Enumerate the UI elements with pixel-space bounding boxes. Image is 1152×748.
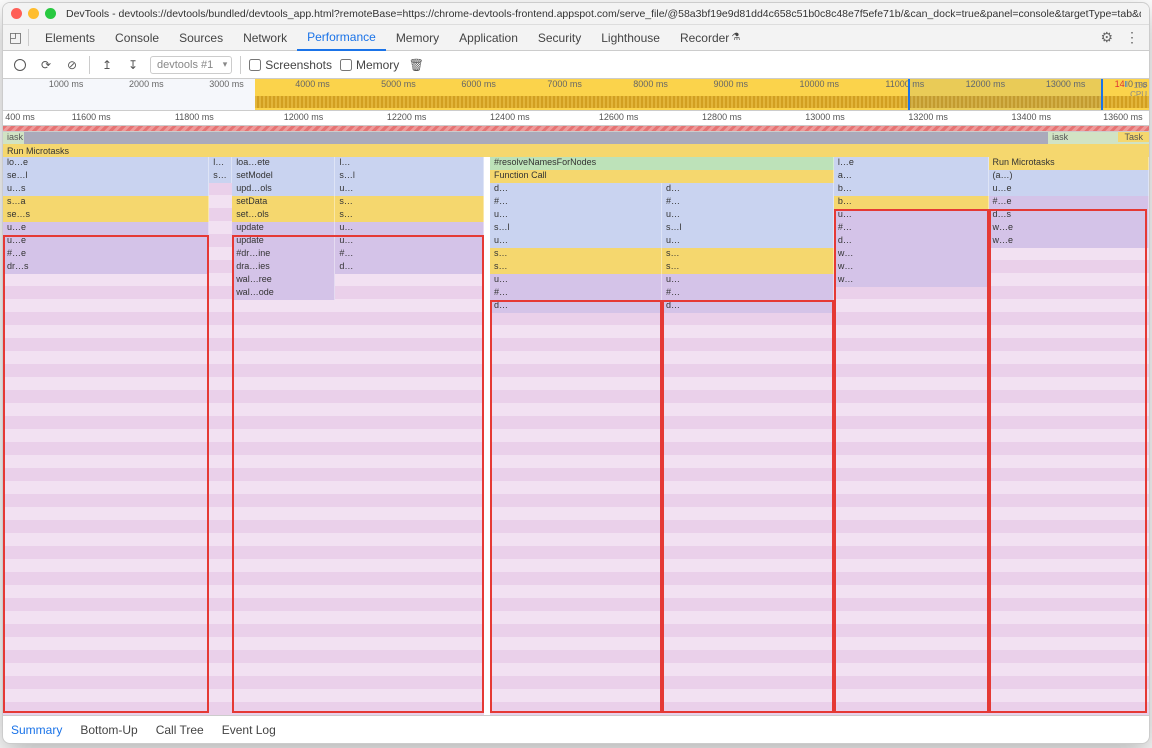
task-row: iask iask Task — [3, 132, 1149, 144]
btab-bottom-up[interactable]: Bottom-Up — [80, 723, 137, 737]
tab-recorder-label: Recorder — [680, 31, 729, 45]
clear-button[interactable]: ⊘ — [63, 56, 81, 74]
tab-performance[interactable]: Performance — [297, 25, 386, 51]
memory-checkbox[interactable]: Memory — [340, 58, 399, 72]
screenshots-checkbox[interactable]: Screenshots — [249, 58, 332, 72]
tab-recorder[interactable]: Recorder ⚗ — [670, 25, 750, 51]
overview-strip[interactable]: 1000 ms 2000 ms 3000 ms 4000 ms 5000 ms … — [3, 79, 1149, 111]
overview-selection[interactable] — [908, 79, 1103, 110]
flask-icon: ⚗ — [731, 32, 740, 43]
tab-security[interactable]: Security — [528, 25, 591, 51]
inspect-icon[interactable]: ◰ — [7, 29, 29, 46]
details-tabs: Summary Bottom-Up Call Tree Event Log — [3, 715, 1149, 743]
flame-right-stack[interactable]: Timer Fired Run Microtasks (a…) u…e #…e … — [989, 157, 1149, 715]
upload-icon[interactable]: ↥ — [98, 56, 116, 74]
flame-col-a[interactable]: lo…e se…l u…s s…a se…s u…e u…e #…e dr…s — [3, 157, 209, 715]
download-icon[interactable]: ↧ — [124, 56, 142, 74]
run-microtasks-bar[interactable]: Run Microtasks — [3, 144, 1149, 157]
divider — [240, 56, 241, 74]
window-title: DevTools - devtools://devtools/bundled/d… — [66, 8, 1141, 20]
flame-col-f[interactable]: l…e a… b… b… u… #… d… w… w… w… — [834, 157, 989, 715]
record-button[interactable] — [11, 56, 29, 74]
tab-lighthouse[interactable]: Lighthouse — [591, 25, 670, 51]
deep-stack[interactable] — [3, 274, 209, 715]
trash-icon[interactable]: 🗑 — [407, 56, 425, 74]
flame-ruler[interactable]: 400 ms 11600 ms 11800 ms 12000 ms 12200 … — [3, 111, 1149, 126]
flame-col-c[interactable]: loa…ete setModel upd…ols setData set…ols… — [232, 157, 335, 715]
flame-col-e-right[interactable]: d… #… u… s…l u… s… s… u… #… d… — [662, 183, 834, 715]
flame-col-e-left[interactable]: d… #… u… s…l u… s… s… u… #… d… — [490, 183, 662, 715]
tab-sources[interactable]: Sources — [169, 25, 233, 51]
minimize-icon[interactable] — [28, 8, 39, 19]
btab-summary[interactable]: Summary — [11, 723, 62, 737]
kebab-icon[interactable]: ⋮ — [1119, 29, 1145, 46]
btab-call-tree[interactable]: Call Tree — [156, 723, 204, 737]
reload-button[interactable]: ⟳ — [37, 56, 55, 74]
tab-application[interactable]: Application — [449, 25, 528, 51]
recording-select[interactable]: devtools #1 — [150, 56, 232, 74]
main-tabs: ◰ Elements Console Sources Network Perfo… — [3, 25, 1149, 51]
divider — [89, 56, 90, 74]
flame-col-b[interactable]: lo…e se…l — [209, 157, 232, 715]
gear-icon[interactable]: ⚙ — [1094, 29, 1119, 46]
traffic-lights — [11, 8, 56, 19]
tab-elements[interactable]: Elements — [35, 25, 105, 51]
maximize-icon[interactable] — [45, 8, 56, 19]
btab-event-log[interactable]: Event Log — [222, 723, 276, 737]
flame-col-d[interactable]: l… s…l u… s… s… u… u… #… d… — [335, 157, 484, 715]
tab-memory[interactable]: Memory — [386, 25, 449, 51]
tab-console[interactable]: Console — [105, 25, 169, 51]
tab-network[interactable]: Network — [233, 25, 297, 51]
perf-toolbar: ⟳ ⊘ ↥ ↧ devtools #1 Screenshots Memory 🗑 — [3, 51, 1149, 79]
flame-chart[interactable]: lo…e se…l u…s s…a se…s u…e u…e #…e dr…s … — [3, 157, 1149, 715]
window-titlebar: DevTools - devtools://devtools/bundled/d… — [3, 3, 1149, 25]
close-icon[interactable] — [11, 8, 22, 19]
